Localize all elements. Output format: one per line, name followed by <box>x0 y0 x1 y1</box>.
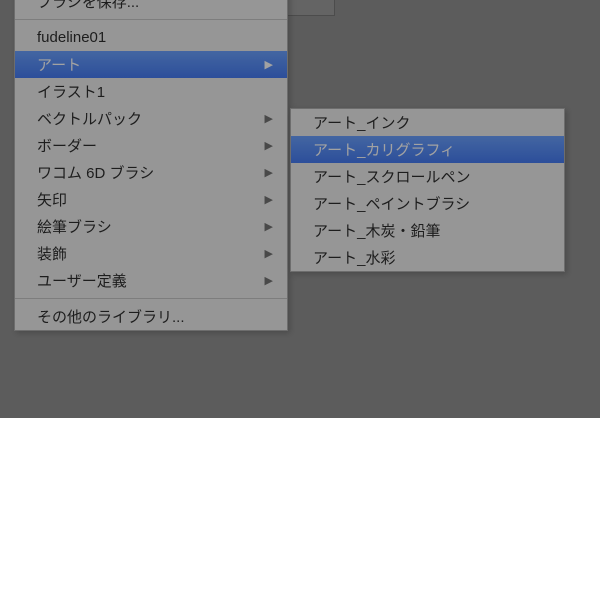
menu-item-save-brush[interactable]: ブラシを保存... <box>15 0 287 15</box>
menu-item-9[interactable]: ユーザー定義 ▶ <box>15 267 287 294</box>
menu-item-8[interactable]: 装飾 ▶ <box>15 240 287 267</box>
menu-item-5[interactable]: ワコム 6D ブラシ ▶ <box>15 159 287 186</box>
chevron-right-icon: ▶ <box>265 220 273 233</box>
chevron-right-icon: ▶ <box>265 112 273 125</box>
menu-item-label: 装飾 <box>37 243 67 264</box>
menu-item-label: 絵筆ブラシ <box>37 216 112 237</box>
menu-item-label: アート_ペイントブラシ <box>313 193 470 214</box>
menu-item-label: ブラシを保存... <box>37 0 139 12</box>
menu-item-label: アート_水彩 <box>313 247 395 268</box>
menu-item-0[interactable]: fudeline01 <box>15 24 287 51</box>
menu-item-7[interactable]: 絵筆ブラシ ▶ <box>15 213 287 240</box>
menu-item-label: ワコム 6D ブラシ <box>37 162 154 183</box>
submenu-item-0[interactable]: アート_インク <box>291 109 564 136</box>
chevron-right-icon: ▶ <box>265 166 273 179</box>
chevron-right-icon: ▶ <box>265 274 273 287</box>
menu-item-label: fudeline01 <box>37 29 106 46</box>
context-menu-sub: アート_インクアート_カリグラフィアート_スクロールペンアート_ペイントブラシア… <box>290 108 565 272</box>
menu-item-label: 矢印 <box>37 189 67 210</box>
menu-item-label: アート_カリグラフィ <box>313 139 455 160</box>
menu-item-label: アート <box>37 54 81 75</box>
menu-separator <box>15 19 287 20</box>
submenu-item-2[interactable]: アート_スクロールペン <box>291 163 564 190</box>
menu-item-2[interactable]: イラスト1 <box>15 78 287 105</box>
menu-item-label: アート_スクロールペン <box>313 166 470 187</box>
submenu-item-1[interactable]: アート_カリグラフィ <box>291 136 564 163</box>
menu-item-3[interactable]: ベクトルパック ▶ <box>15 105 287 132</box>
submenu-item-3[interactable]: アート_ペイントブラシ <box>291 190 564 217</box>
menu-item-1[interactable]: アート ▶ <box>15 51 287 78</box>
menu-item-other-library[interactable]: その他のライブラリ... <box>15 303 287 330</box>
menu-separator <box>15 298 287 299</box>
chevron-right-icon: ▶ <box>265 247 273 260</box>
submenu-item-4[interactable]: アート_木炭・鉛筆 <box>291 217 564 244</box>
menu-item-label: ベクトルパック <box>37 108 142 129</box>
menu-item-label: ボーダー <box>37 135 97 156</box>
submenu-item-5[interactable]: アート_水彩 <box>291 244 564 271</box>
menu-item-4[interactable]: ボーダー ▶ <box>15 132 287 159</box>
chevron-right-icon: ▶ <box>265 193 273 206</box>
chevron-right-icon: ▶ <box>265 139 273 152</box>
menu-item-label: その他のライブラリ... <box>37 306 185 327</box>
menu-item-label: アート_木炭・鉛筆 <box>313 220 440 241</box>
menu-item-label: イラスト1 <box>37 81 105 102</box>
menu-item-6[interactable]: 矢印 ▶ <box>15 186 287 213</box>
context-menu-main: ブラシを保存...fudeline01アート▶イラスト1ベクトルパック▶ボーダー… <box>14 0 288 331</box>
menu-item-label: アート_インク <box>313 112 410 133</box>
menu-item-label: ユーザー定義 <box>37 270 127 291</box>
chevron-right-icon: ▶ <box>265 58 273 71</box>
